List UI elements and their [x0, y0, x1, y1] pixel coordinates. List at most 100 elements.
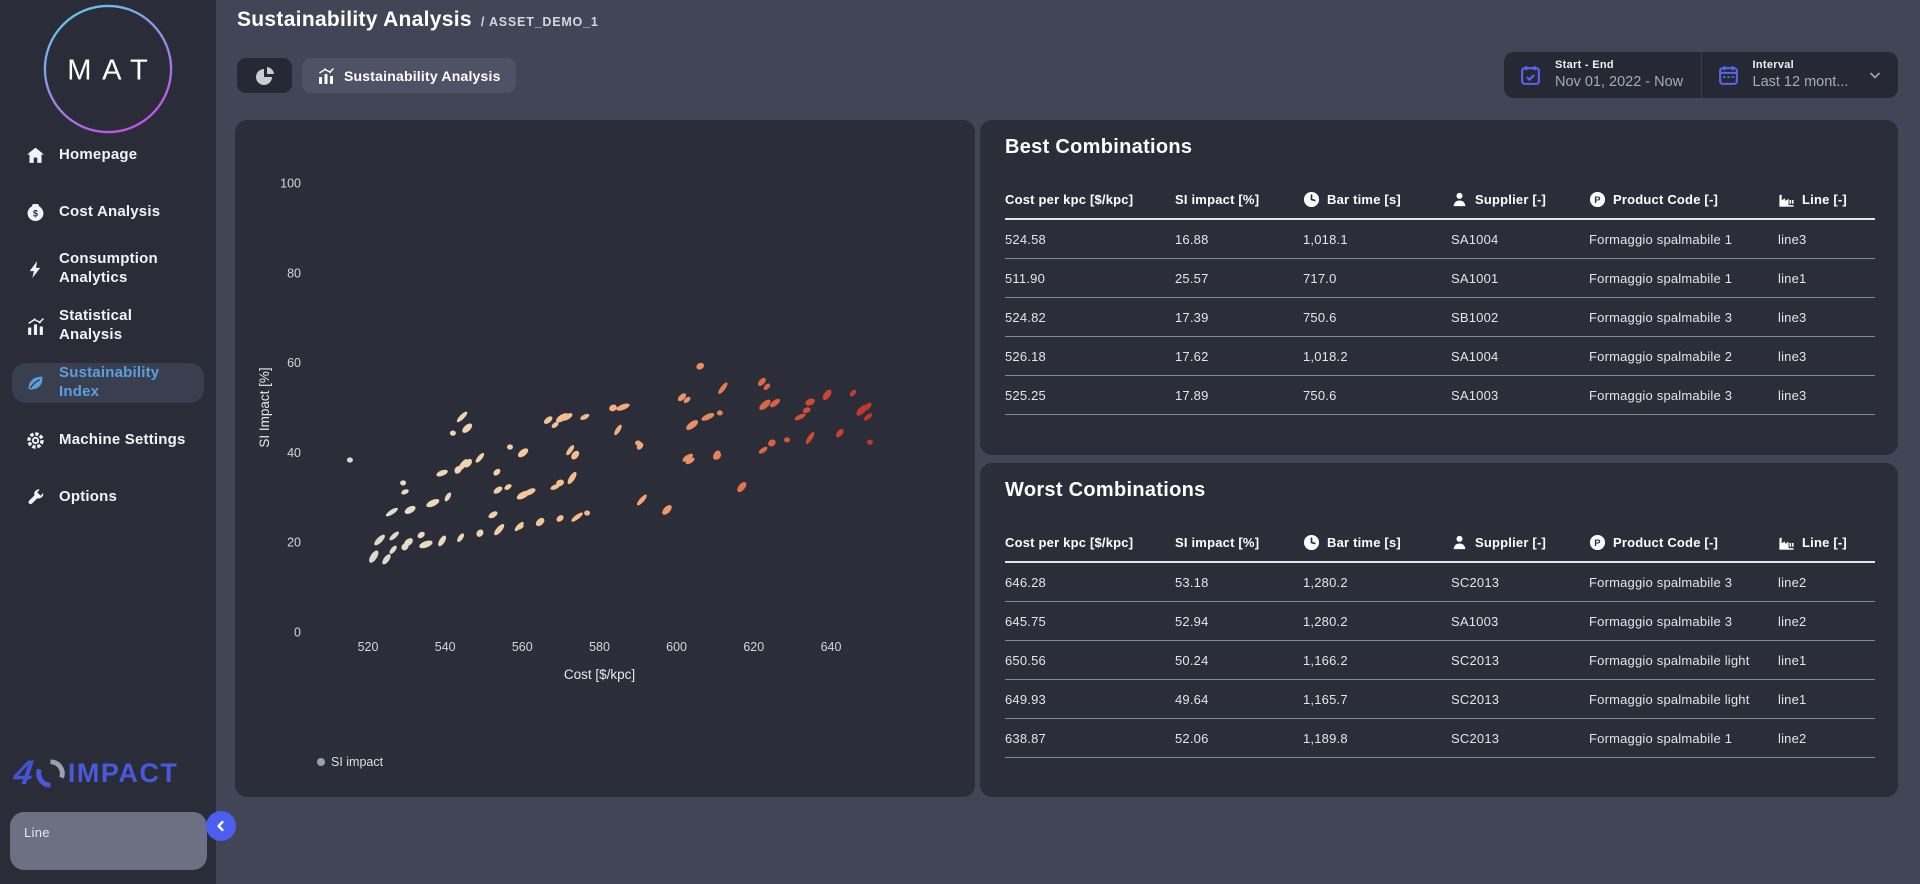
line-filter-panel[interactable]: Line	[10, 812, 207, 870]
best-combinations-title: Best Combinations	[1005, 136, 1192, 159]
svg-text:SI Impact [%]: SI Impact [%]	[257, 367, 272, 447]
table-cell: 645.75	[1005, 614, 1175, 629]
table-cell: SA1003	[1451, 614, 1589, 629]
table-cell: 650.56	[1005, 653, 1175, 668]
table-row: 511.9025.57717.0SA1001Formaggio spalmabi…	[1005, 259, 1875, 298]
sidebar-item-label: Statistical Analysis	[59, 307, 190, 345]
pie-chart-tab[interactable]	[237, 58, 292, 93]
date-range-picker[interactable]: Start - End Nov 01, 2022 - Now	[1504, 52, 1701, 98]
leaf-icon	[26, 374, 45, 393]
cost-icon: $	[26, 203, 45, 222]
sidebar-item-sustainability-index[interactable]: Sustainability Index	[12, 363, 204, 403]
table-cell: SC2013	[1451, 653, 1589, 668]
table-cell: line2	[1778, 731, 1875, 746]
table-cell: line1	[1778, 653, 1875, 668]
table-cell: 750.6	[1303, 310, 1451, 325]
legend-item-si-impact[interactable]: SI impact	[317, 755, 384, 769]
table-cell: 25.57	[1175, 271, 1303, 286]
sidebar-collapse-button[interactable]	[206, 811, 236, 841]
breadcrumb-asset: / ASSET_DEMO_1	[481, 15, 599, 29]
interval-selector[interactable]: Interval Last 12 mont...	[1701, 52, 1899, 98]
scatter-chart-panel: 020406080100520540560580600620640Cost [$…	[235, 120, 975, 797]
table-cell: SA1004	[1451, 232, 1589, 247]
table-cell: line3	[1778, 349, 1875, 364]
sidebar-item-machine-settings[interactable]: Machine Settings	[12, 420, 204, 460]
bolt-icon	[26, 260, 45, 279]
svg-text:560: 560	[512, 640, 533, 654]
stats-icon	[26, 317, 45, 336]
column-header-cost-per-kpc-kpc: Cost per kpc [$/kpc]	[1005, 192, 1175, 207]
column-header-product-code: PProduct Code [-]	[1589, 534, 1778, 551]
mat-logo-circle-icon: MAT	[42, 3, 174, 135]
best-combinations-table: Cost per kpc [$/kpc]SI impact [%]Bar tim…	[1005, 180, 1875, 415]
svg-text:100: 100	[280, 177, 301, 191]
worst-combinations-table: Cost per kpc [$/kpc]SI impact [%]Bar tim…	[1005, 523, 1875, 758]
table-body: 646.2853.181,280.2SC2013Formaggio spalma…	[1005, 563, 1875, 758]
table-cell: 638.87	[1005, 731, 1175, 746]
sidebar-item-cost-analysis[interactable]: $ Cost Analysis	[12, 192, 204, 232]
stats-icon	[317, 67, 335, 85]
svg-text:540: 540	[435, 640, 456, 654]
table-cell: 1,018.1	[1303, 232, 1451, 247]
column-header-line: Line [-]	[1778, 534, 1875, 551]
tab-label: Sustainability Analysis	[344, 68, 501, 84]
table-cell: Formaggio spalmabile 2	[1589, 349, 1778, 364]
svg-text:600: 600	[666, 640, 687, 654]
table-cell: Formaggio spalmabile 3	[1589, 614, 1778, 629]
brand-zero-icon	[35, 758, 66, 789]
wrench-icon	[26, 488, 45, 507]
table-body: 524.5816.881,018.1SA1004Formaggio spalma…	[1005, 220, 1875, 415]
brand-logo: 4 IMPACT	[14, 756, 178, 790]
table-cell: Formaggio spalmabile light	[1589, 692, 1778, 707]
table-cell: 526.18	[1005, 349, 1175, 364]
column-header-supplier: Supplier [-]	[1451, 191, 1589, 208]
table-cell: SB1002	[1451, 310, 1589, 325]
table-cell: 49.64	[1175, 692, 1303, 707]
svg-text:80: 80	[287, 266, 301, 280]
column-header-si-impact: SI impact [%]	[1175, 535, 1303, 550]
table-row: 524.5816.881,018.1SA1004Formaggio spalma…	[1005, 220, 1875, 259]
svg-text:580: 580	[589, 640, 610, 654]
svg-text:620: 620	[743, 640, 764, 654]
sidebar-item-label: Machine Settings	[59, 431, 186, 450]
table-header-row: Cost per kpc [$/kpc]SI impact [%]Bar tim…	[1005, 180, 1875, 220]
table-cell: 1,018.2	[1303, 349, 1451, 364]
table-cell: 52.06	[1175, 731, 1303, 746]
table-row: 638.8752.061,189.8SC2013Formaggio spalma…	[1005, 719, 1875, 758]
column-header-bar-time-s: Bar time [s]	[1303, 191, 1451, 208]
svg-text:640: 640	[821, 640, 842, 654]
table-header-row: Cost per kpc [$/kpc]SI impact [%]Bar tim…	[1005, 523, 1875, 563]
clock-icon	[1303, 191, 1320, 208]
factory-icon	[1778, 534, 1795, 551]
table-row: 646.2853.181,280.2SC2013Formaggio spalma…	[1005, 563, 1875, 602]
calendar-icon	[1717, 64, 1740, 87]
supplier-icon	[1451, 191, 1468, 208]
column-header-cost-per-kpc-kpc: Cost per kpc [$/kpc]	[1005, 535, 1175, 550]
svg-text:60: 60	[287, 356, 301, 370]
table-cell: 16.88	[1175, 232, 1303, 247]
table-cell: line1	[1778, 271, 1875, 286]
mat-logo: MAT	[0, 0, 216, 135]
si-impact-scatter-chart: 020406080100520540560580600620640Cost [$…	[235, 120, 975, 797]
gear-icon	[26, 431, 45, 450]
sidebar-item-statistical-analysis[interactable]: Statistical Analysis	[12, 306, 204, 346]
table-cell: line3	[1778, 388, 1875, 403]
sidebar-item-label: Options	[59, 488, 117, 507]
logo-text: MAT	[67, 55, 158, 87]
svg-text:0: 0	[294, 626, 301, 640]
sidebar-item-consumption-analytics[interactable]: Consumption Analytics	[12, 249, 204, 289]
date-range-label: Start - End	[1555, 59, 1683, 73]
worst-combinations-title: Worst Combinations	[1005, 479, 1206, 502]
breadcrumb: Sustainability Analysis / ASSET_DEMO_1	[237, 8, 599, 32]
sidebar-item-label: Cost Analysis	[59, 203, 160, 222]
date-range-value: Nov 01, 2022 - Now	[1555, 73, 1683, 91]
sidebar-item-homepage[interactable]: Homepage	[12, 135, 204, 175]
tab-sustainability-analysis[interactable]: Sustainability Analysis	[302, 58, 516, 93]
sidebar-item-options[interactable]: Options	[12, 477, 204, 517]
svg-text:40: 40	[287, 446, 301, 460]
brand-prefix: 4	[12, 756, 36, 790]
sidebar: MAT Homepage $ Cost Analysis Consumption An…	[0, 0, 216, 884]
table-cell: 17.39	[1175, 310, 1303, 325]
table-cell: SC2013	[1451, 575, 1589, 590]
table-cell: Formaggio spalmabile 1	[1589, 731, 1778, 746]
